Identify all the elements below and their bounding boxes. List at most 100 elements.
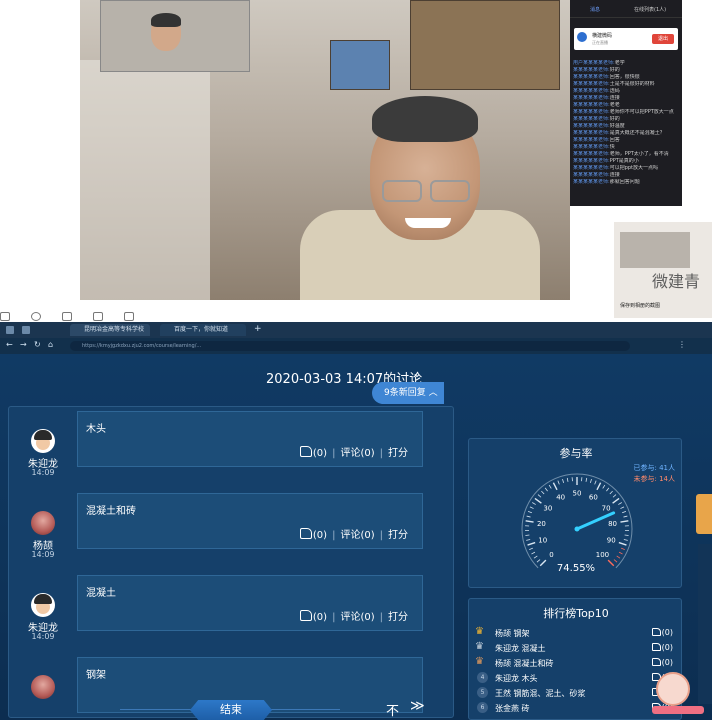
- post-item: 朱迎龙 14:09 木头 (0) | 评论(0) | 打分: [9, 407, 453, 485]
- rank-like[interactable]: (0): [651, 628, 673, 637]
- gauge-minor-tick: [525, 534, 530, 536]
- rank-entry-text: 张金燕 砖: [495, 704, 530, 713]
- chat-message: 某某某某某老师:是真大概还不是混凝土？: [570, 130, 682, 137]
- chat-text: 连接: [609, 172, 620, 178]
- like-count[interactable]: (0): [313, 612, 327, 623]
- url-field[interactable]: https://kmyjgzkdxu.zju2.com/course/learn…: [70, 341, 630, 351]
- browser-window: 昆明冶金高等专科学校 百度一下，你就知道 + ← → ↻ ⌂ https://k…: [0, 322, 712, 720]
- post-text: 混凝土和砖: [86, 506, 136, 517]
- gauge-minor-tick: [606, 487, 610, 492]
- gauge-tick-label: 40: [556, 493, 565, 501]
- rank-entry-text: 杨颉 混凝土和砖: [495, 659, 554, 668]
- gauge-minor-tick: [529, 506, 534, 509]
- gauge-minor-tick: [548, 484, 552, 489]
- gauge-minor-tick: [527, 511, 532, 514]
- window-icon[interactable]: [93, 312, 104, 321]
- like-icon[interactable]: [651, 643, 661, 651]
- chat-message: 某某某某某老师:好温度: [570, 123, 682, 130]
- watermark-thumbnail: 微建青 保存到相册的截图: [614, 222, 712, 318]
- more-icon[interactable]: ⋮: [678, 340, 686, 349]
- post-actions: (0) | 评论(0) | 打分: [299, 526, 408, 541]
- like-count[interactable]: (0): [313, 448, 327, 459]
- comment-link[interactable]: 评论(0): [340, 448, 374, 459]
- browser-tabs-icon[interactable]: [22, 326, 30, 334]
- video-conference-area: 消息 在线列表(1人) 横建微码 正在直播 退出 用户某某某某老师:老学 某某某某…: [0, 0, 712, 322]
- like-icon[interactable]: [299, 446, 312, 457]
- chat-text: 快: [609, 144, 615, 150]
- rank-like-count: (0): [661, 643, 673, 652]
- gauge-minor-tick: [616, 555, 621, 559]
- side-collapse-tab[interactable]: [696, 494, 712, 534]
- rank-entry-text: 王然 钢筋混、泥土、砂浆: [495, 689, 586, 698]
- gauge-tick-label: 90: [607, 537, 616, 545]
- chat-tab-online[interactable]: 在线列表(1人): [634, 6, 666, 13]
- gauge-minor-tick: [622, 511, 627, 514]
- reload-icon[interactable]: ↻: [34, 340, 41, 349]
- watermark-face-icon: [656, 672, 690, 706]
- chat-message: 某某某某某老师:回答: [570, 137, 682, 144]
- gauge-minor-tick: [532, 502, 536, 505]
- chat-username: 某某某某某老师:: [573, 144, 610, 150]
- like-icon[interactable]: [299, 610, 312, 621]
- rank-like[interactable]: (0): [651, 643, 673, 652]
- comment-link[interactable]: 评论(0): [340, 612, 374, 623]
- like-icon[interactable]: [651, 628, 661, 636]
- chat-message: 用户某某某某老师:老学: [570, 60, 682, 67]
- camera-icon[interactable]: [31, 312, 42, 321]
- gauge-minor-tick: [618, 502, 622, 505]
- chat-text: 回答: [609, 137, 620, 143]
- comment-link[interactable]: 评论(0): [340, 530, 374, 541]
- post-time: 14:09: [31, 632, 55, 641]
- chat-tab-messages[interactable]: 消息: [590, 6, 600, 13]
- score-link[interactable]: 打分: [388, 612, 408, 623]
- chat-message: 某某某某某老师:老师你不可以把PPT放大一点: [570, 109, 682, 116]
- browser-address-bar: ← → ↻ ⌂ https://kmyjgzkdxu.zju2.com/cour…: [0, 338, 712, 354]
- chat-message: 某某某某某老师:好的: [570, 116, 682, 123]
- chevron-down-icon[interactable]: ⌄: [412, 366, 422, 380]
- like-icon[interactable]: [299, 528, 312, 539]
- gauge-minor-tick: [609, 490, 613, 495]
- post-text: 混凝土: [86, 588, 116, 599]
- gauge-minor-tick: [624, 534, 629, 536]
- notice-exit-button[interactable]: 退出: [652, 34, 674, 44]
- chat-message: 某某某某某老师:透码: [570, 88, 682, 95]
- back-icon[interactable]: ←: [6, 340, 13, 349]
- chat-message: 某某某某某老师:PPT是真的小: [570, 158, 682, 165]
- forward-icon[interactable]: →: [20, 340, 27, 349]
- like-count[interactable]: (0): [313, 530, 327, 541]
- small-video-thumbnail[interactable]: [100, 0, 250, 72]
- glasses-right: [430, 180, 470, 202]
- browser-tab-school[interactable]: 昆明冶金高等专科学校: [70, 324, 150, 336]
- new-tab-icon[interactable]: +: [254, 324, 262, 334]
- fullscreen-icon[interactable]: [124, 312, 135, 321]
- score-link[interactable]: 打分: [388, 530, 408, 541]
- gauge-minor-tick: [537, 494, 542, 498]
- chat-text: PPT是真的小: [609, 158, 639, 164]
- score-link[interactable]: 打分: [388, 448, 408, 459]
- chat-username: 某某某某某老师:: [573, 74, 610, 80]
- rank-entry-text: 杨颉 钢架: [495, 629, 530, 638]
- home-icon[interactable]: ⌂: [48, 340, 53, 349]
- like-icon[interactable]: [651, 658, 661, 666]
- new-replies-button[interactable]: 9条新回复 ︿: [372, 382, 444, 404]
- rank-like[interactable]: (0): [651, 658, 673, 667]
- screen-icon[interactable]: [0, 312, 10, 321]
- play-icon[interactable]: [62, 312, 73, 321]
- fast-forward-icon[interactable]: ≫: [410, 698, 425, 714]
- rank-number: 4: [477, 672, 488, 683]
- browser-tab-baidu[interactable]: 百度一下，你就知道: [160, 324, 246, 336]
- chat-text: 好的: [609, 67, 620, 73]
- notice-title: 横建微码: [592, 33, 613, 39]
- post-card: 木头 (0) | 评论(0) | 打分: [77, 411, 423, 467]
- discussion-feed: 朱迎龙 14:09 木头 (0) | 评论(0) | 打分 杨颉 14:09 混凝土和砖…: [8, 406, 454, 718]
- avatar: [31, 511, 55, 535]
- gauge-minor-tick: [594, 480, 597, 485]
- notice-subtitle: 正在直播: [592, 40, 608, 45]
- gauge-tick-label: 0: [549, 551, 553, 559]
- chat-text: 可以把ppt放大一点吗: [609, 165, 658, 171]
- browser-menu-icon[interactable]: [6, 326, 14, 334]
- end-discussion-button[interactable]: 结束: [190, 700, 272, 720]
- basket: [330, 40, 390, 90]
- window-blinds: [80, 60, 210, 300]
- discussion-page: 2020-03-03 14:07的讨论 ⌄ 朱迎龙 14:09 木头 (0) | 评…: [0, 354, 712, 720]
